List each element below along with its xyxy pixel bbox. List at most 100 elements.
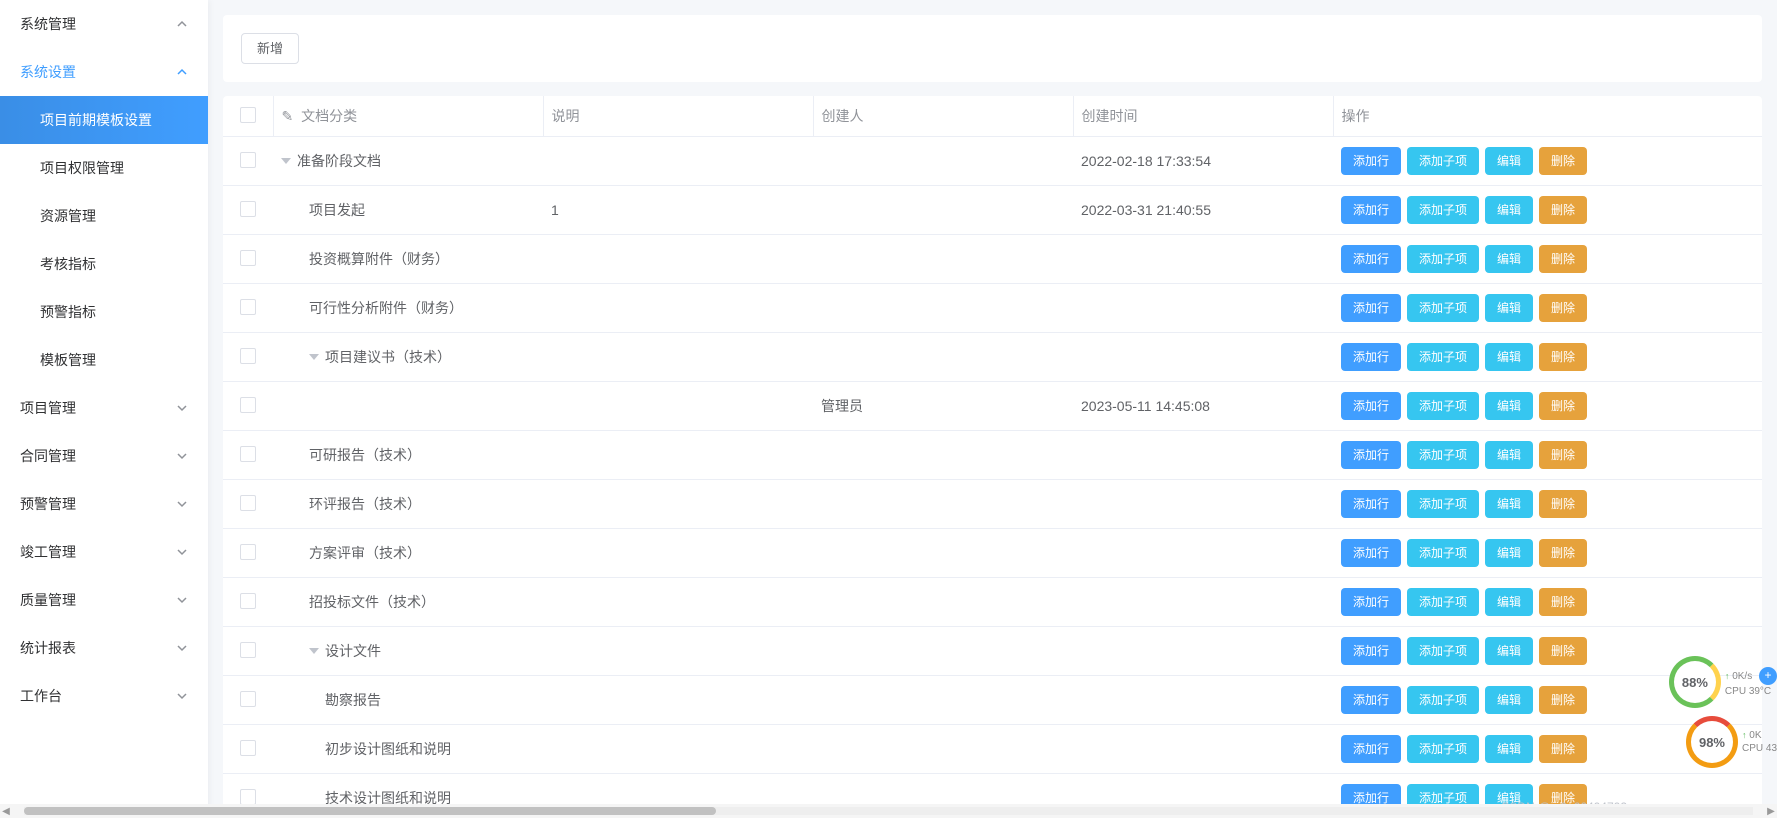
delete-button[interactable]: 删除 (1539, 147, 1587, 175)
add-row-button[interactable]: 添加行 (1341, 147, 1401, 175)
add-child-button[interactable]: 添加子项 (1407, 735, 1479, 763)
add-row-button[interactable]: 添加行 (1341, 490, 1401, 518)
select-all-checkbox[interactable] (240, 107, 256, 123)
delete-button[interactable]: 删除 (1539, 294, 1587, 322)
add-row-button[interactable]: 添加行 (1341, 686, 1401, 714)
add-child-button[interactable]: 添加子项 (1407, 392, 1479, 420)
add-row-button[interactable]: 添加行 (1341, 441, 1401, 469)
delete-button[interactable]: 删除 (1539, 343, 1587, 371)
add-child-button[interactable]: 添加子项 (1407, 441, 1479, 469)
menu-group[interactable]: 项目管理 (0, 384, 208, 432)
menu-group[interactable]: 质量管理 (0, 576, 208, 624)
edit-button[interactable]: 编辑 (1485, 343, 1533, 371)
ops-cell: 添加行添加子项编辑删除 (1333, 235, 1762, 284)
add-child-button[interactable]: 添加子项 (1407, 245, 1479, 273)
add-child-button[interactable]: 添加子项 (1407, 490, 1479, 518)
delete-button[interactable]: 删除 (1539, 637, 1587, 665)
add-child-button[interactable]: 添加子项 (1407, 147, 1479, 175)
delete-button[interactable]: 删除 (1539, 196, 1587, 224)
edit-button[interactable]: 编辑 (1485, 588, 1533, 616)
time-cell (1073, 627, 1333, 676)
row-checkbox[interactable] (240, 201, 256, 217)
add-child-button[interactable]: 添加子项 (1407, 294, 1479, 322)
row-checkbox[interactable] (240, 642, 256, 658)
menu-group[interactable]: 合同管理 (0, 432, 208, 480)
menu-group[interactable]: 系统设置 (0, 48, 208, 96)
creator-cell (813, 186, 1073, 235)
add-child-button[interactable]: 添加子项 (1407, 588, 1479, 616)
row-checkbox[interactable] (240, 250, 256, 266)
add-child-button[interactable]: 添加子项 (1407, 196, 1479, 224)
header-desc: 说明 (543, 96, 813, 137)
add-button[interactable]: 新增 (241, 33, 299, 64)
add-row-button[interactable]: 添加行 (1341, 343, 1401, 371)
edit-button[interactable]: 编辑 (1485, 735, 1533, 763)
edit-button[interactable]: 编辑 (1485, 441, 1533, 469)
menu-group[interactable]: 竣工管理 (0, 528, 208, 576)
category-name: 设计文件 (325, 641, 381, 661)
row-checkbox[interactable] (240, 348, 256, 364)
menu-item[interactable]: 考核指标 (0, 240, 208, 288)
menu-group[interactable]: 统计报表 (0, 624, 208, 672)
add-child-button[interactable]: 添加子项 (1407, 343, 1479, 371)
delete-button[interactable]: 删除 (1539, 588, 1587, 616)
delete-button[interactable]: 删除 (1539, 686, 1587, 714)
edit-button[interactable]: 编辑 (1485, 392, 1533, 420)
add-row-button[interactable]: 添加行 (1341, 294, 1401, 322)
delete-button[interactable]: 删除 (1539, 441, 1587, 469)
edit-button[interactable]: 编辑 (1485, 245, 1533, 273)
row-checkbox[interactable] (240, 789, 256, 805)
edit-button[interactable]: 编辑 (1485, 686, 1533, 714)
edit-button[interactable]: 编辑 (1485, 294, 1533, 322)
add-row-button[interactable]: 添加行 (1341, 539, 1401, 567)
edit-column-icon[interactable]: ✎ (282, 108, 294, 124)
add-row-button[interactable]: 添加行 (1341, 245, 1401, 273)
scroll-thumb[interactable] (24, 807, 716, 815)
add-row-button[interactable]: 添加行 (1341, 196, 1401, 224)
delete-button[interactable]: 删除 (1539, 539, 1587, 567)
expand-caret-icon[interactable] (309, 648, 319, 654)
row-checkbox[interactable] (240, 593, 256, 609)
edit-button[interactable]: 编辑 (1485, 196, 1533, 224)
horizontal-scrollbar[interactable]: ◀ ▶ (0, 804, 1777, 818)
menu-item[interactable]: 预警指标 (0, 288, 208, 336)
menu-item[interactable]: 项目前期模板设置 (0, 96, 208, 144)
row-checkbox[interactable] (240, 691, 256, 707)
expand-caret-icon[interactable] (309, 354, 319, 360)
delete-button[interactable]: 删除 (1539, 392, 1587, 420)
edit-button[interactable]: 编辑 (1485, 490, 1533, 518)
edit-button[interactable]: 编辑 (1485, 539, 1533, 567)
scroll-track[interactable] (24, 807, 1753, 815)
add-child-button[interactable]: 添加子项 (1407, 686, 1479, 714)
delete-button[interactable]: 删除 (1539, 735, 1587, 763)
expand-caret-icon[interactable] (281, 158, 291, 164)
menu-group[interactable]: 预警管理 (0, 480, 208, 528)
desc-cell (543, 725, 813, 774)
scroll-right-icon[interactable]: ▶ (1765, 806, 1777, 817)
menu-item[interactable]: 资源管理 (0, 192, 208, 240)
menu-item[interactable]: 模板管理 (0, 336, 208, 384)
delete-button[interactable]: 删除 (1539, 490, 1587, 518)
plus-icon[interactable]: + (1759, 667, 1777, 685)
menu-item[interactable]: 项目权限管理 (0, 144, 208, 192)
add-row-button[interactable]: 添加行 (1341, 735, 1401, 763)
add-row-button[interactable]: 添加行 (1341, 588, 1401, 616)
add-row-button[interactable]: 添加行 (1341, 637, 1401, 665)
row-checkbox[interactable] (240, 299, 256, 315)
row-checkbox[interactable] (240, 152, 256, 168)
scroll-left-icon[interactable]: ◀ (0, 806, 12, 817)
row-checkbox[interactable] (240, 544, 256, 560)
category-cell: 勘察报告 (273, 676, 543, 725)
add-child-button[interactable]: 添加子项 (1407, 637, 1479, 665)
menu-group[interactable]: 系统管理 (0, 0, 208, 48)
add-child-button[interactable]: 添加子项 (1407, 539, 1479, 567)
edit-button[interactable]: 编辑 (1485, 637, 1533, 665)
menu-group[interactable]: 工作台 (0, 672, 208, 720)
add-row-button[interactable]: 添加行 (1341, 392, 1401, 420)
row-checkbox[interactable] (240, 740, 256, 756)
row-checkbox[interactable] (240, 495, 256, 511)
edit-button[interactable]: 编辑 (1485, 147, 1533, 175)
row-checkbox[interactable] (240, 397, 256, 413)
row-checkbox[interactable] (240, 446, 256, 462)
delete-button[interactable]: 删除 (1539, 245, 1587, 273)
